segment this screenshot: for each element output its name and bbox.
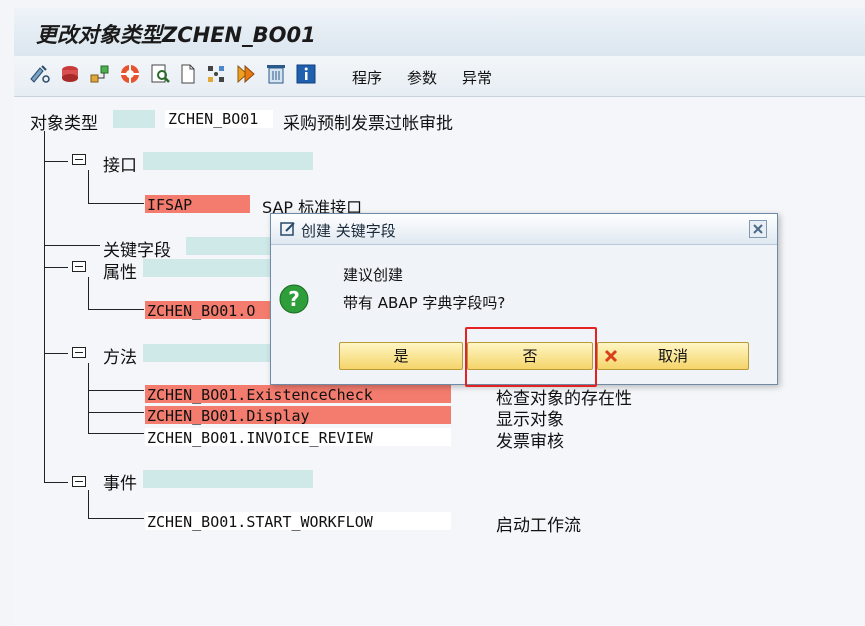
label-fill: [113, 110, 155, 128]
question-icon: ?: [279, 284, 309, 314]
close-button[interactable]: [749, 220, 767, 238]
info-icon[interactable]: [294, 62, 318, 86]
hierarchy-icon[interactable]: [88, 62, 112, 86]
tree-branch: [44, 161, 68, 162]
node-events-label: 事件: [103, 474, 137, 494]
object-name: ZCHEN_BO01: [168, 110, 259, 128]
tree-branch: [44, 482, 68, 483]
node-interfaces-label: 接口: [103, 156, 137, 176]
menu-exceptions[interactable]: 异常: [462, 67, 492, 88]
tree-trunk: [44, 131, 45, 483]
node-fill: [143, 259, 270, 277]
cancel-button[interactable]: 取消: [597, 342, 749, 370]
lifebuoy-icon[interactable]: [118, 62, 142, 86]
tree-sub-line: [88, 363, 89, 433]
method-name: ZCHEN_BO01.Display: [147, 407, 310, 425]
tree-sub-branch: [88, 309, 144, 310]
event-name: ZCHEN_BO01.START_WORKFLOW: [147, 513, 373, 531]
edit-icon: [280, 222, 295, 236]
attribute-name: ZCHEN_BO01.O: [147, 302, 256, 320]
toolbar: 程序 参数 异常: [14, 56, 865, 97]
node-attributes-label: 属性: [103, 263, 137, 283]
new-document-icon[interactable]: [176, 62, 200, 86]
tree-sub-line: [88, 490, 89, 518]
dialog-line-2: 带有 ABAP 字典字段吗?: [343, 294, 506, 312]
folder-open-icon[interactable]: [72, 261, 86, 272]
event-desc: 启动工作流: [496, 516, 581, 536]
method-name: ZCHEN_BO01.INVOICE_REVIEW: [147, 429, 373, 447]
node-methods-label: 方法: [103, 348, 137, 368]
yes-label: 是: [393, 347, 409, 365]
find-icon[interactable]: [148, 62, 172, 86]
dialog-title: 创建 关键字段: [301, 222, 396, 240]
tree-branch: [44, 267, 68, 268]
menu-program[interactable]: 程序: [352, 67, 382, 88]
svg-text:?: ?: [288, 287, 300, 311]
close-icon: [753, 224, 763, 234]
object-icon[interactable]: [58, 62, 82, 86]
node-fill: [143, 152, 313, 170]
tree-sub-line: [88, 277, 89, 309]
tree-branch: [44, 245, 100, 246]
node-fill: [143, 344, 270, 362]
cancel-icon: [604, 349, 618, 363]
folder-open-icon[interactable]: [72, 476, 86, 487]
object-type-label: 对象类型: [30, 114, 98, 134]
highlight-box: [465, 327, 597, 387]
tree-sub-branch: [88, 412, 144, 413]
tree-sub-branch: [88, 390, 144, 391]
tree-sub-line: [88, 170, 89, 203]
tree-branch: [44, 353, 68, 354]
dialog-header: 创建 关键字段: [271, 214, 777, 245]
interface-name: IFSAP: [147, 196, 193, 214]
method-desc: 发票审核: [496, 432, 564, 452]
object-description: 采购预制发票过帐审批: [283, 114, 453, 134]
node-fill: [186, 237, 270, 255]
method-name: ZCHEN_BO01.ExistenceCheck: [147, 386, 373, 404]
folder-open-icon[interactable]: [72, 347, 86, 358]
title-bar: 更改对象类型ZCHEN_BO01: [14, 8, 865, 57]
cancel-label: 取消: [657, 347, 688, 365]
folder-open-icon[interactable]: [72, 154, 86, 165]
execute-icon[interactable]: [234, 62, 258, 86]
window-title: 更改对象类型ZCHEN_BO01: [36, 23, 316, 47]
tree-sub-branch: [88, 518, 144, 519]
menu-parameters[interactable]: 参数: [407, 67, 437, 88]
display-change-icon[interactable]: [28, 62, 52, 86]
tree-sub-branch: [88, 203, 144, 204]
yes-button[interactable]: 是: [339, 342, 463, 370]
delete-icon[interactable]: [264, 62, 288, 86]
dialog-line-1: 建议创建: [343, 266, 404, 284]
tree-sub-branch: [88, 433, 144, 434]
node-fill: [143, 470, 313, 488]
structure-icon[interactable]: [204, 62, 228, 86]
